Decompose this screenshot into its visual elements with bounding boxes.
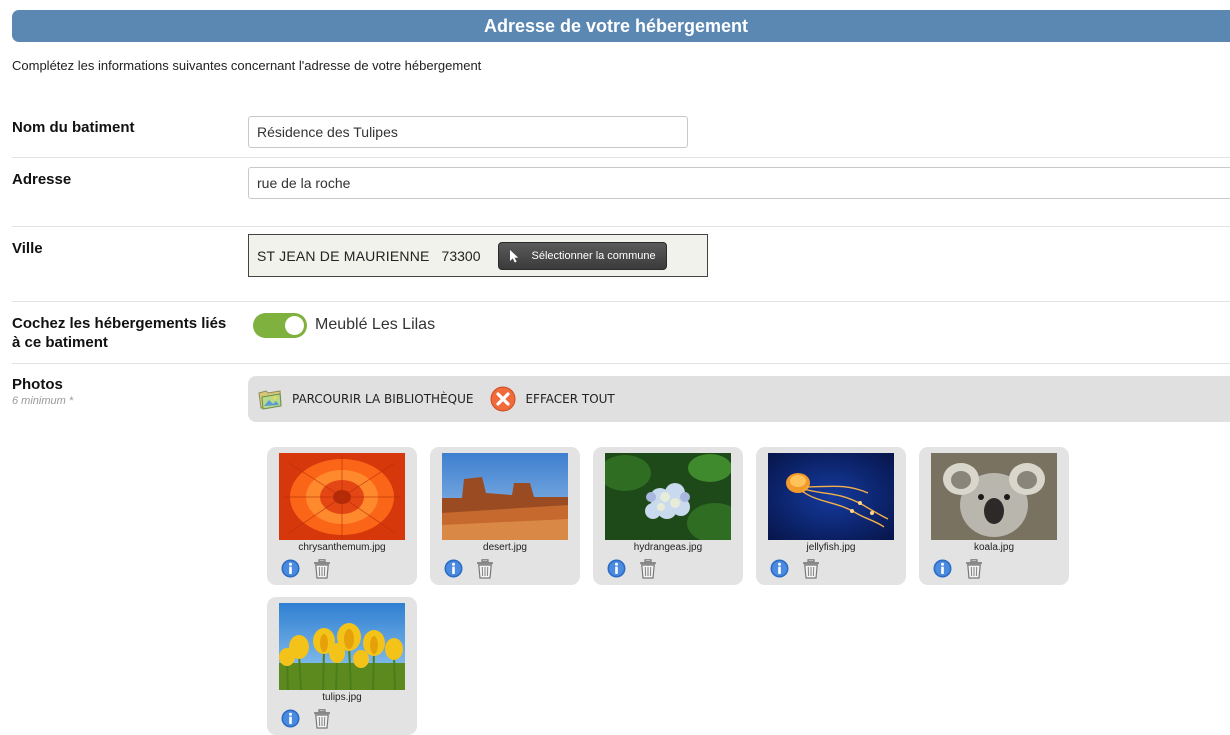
row-divider	[12, 157, 1230, 158]
photo-card[interactable]: koala.jpg	[919, 447, 1069, 585]
photo-card[interactable]: jellyfish.jpg	[756, 447, 906, 585]
clear-icon	[489, 385, 517, 413]
photo-card[interactable]: hydrangeas.jpg	[593, 447, 743, 585]
city-name: ST JEAN DE MAURIENNE	[257, 247, 430, 264]
address-label: Adresse	[12, 171, 72, 188]
photo-thumbnail	[279, 603, 405, 690]
row-divider	[12, 226, 1230, 227]
trash-icon[interactable]	[802, 559, 820, 579]
postal-code: 73300	[441, 247, 481, 264]
section-title: Adresse de votre hébergement	[483, 15, 749, 36]
photo-thumbnail	[931, 453, 1057, 540]
photo-filename: hydrangeas.jpg	[633, 542, 703, 553]
cursor-icon	[507, 249, 521, 263]
info-icon[interactable]	[770, 559, 789, 578]
info-icon[interactable]	[607, 559, 626, 578]
toggle-knob	[285, 316, 304, 335]
trash-icon[interactable]	[639, 559, 657, 579]
photo-filename: jellyfish.jpg	[806, 542, 856, 553]
lodging-toggle[interactable]	[253, 313, 307, 338]
row-divider	[12, 301, 1230, 302]
photo-card[interactable]: tulips.jpg	[267, 597, 417, 735]
clear-all-label: EFFACER TOUT	[525, 392, 615, 406]
photo-filename: koala.jpg	[973, 542, 1015, 553]
select-commune-button[interactable]: Sélectionner la commune	[498, 241, 667, 270]
building-name-input[interactable]	[248, 116, 688, 148]
photos-label: Photos	[12, 376, 63, 393]
photo-toolbar: PARCOURIR LA BIBLIOTHÈQUE EFFACER TOUT	[248, 376, 1230, 422]
photo-card[interactable]: desert.jpg	[430, 447, 580, 585]
intro-text: Complétez les informations suivantes con…	[12, 58, 482, 73]
info-icon[interactable]	[933, 559, 952, 578]
photo-filename: tulips.jpg	[322, 692, 362, 703]
linked-lodgings-label: Cochez les hébergements liés à ce batime…	[12, 315, 227, 351]
building-name-label: Nom du batiment	[12, 119, 135, 136]
trash-icon[interactable]	[313, 559, 331, 579]
photo-thumbnail	[442, 453, 568, 540]
row-divider	[12, 363, 1230, 364]
address-input[interactable]	[248, 167, 1230, 199]
photo-filename: desert.jpg	[483, 542, 527, 553]
photo-filename: chrysanthemum.jpg	[298, 542, 386, 553]
info-icon[interactable]	[281, 559, 300, 578]
trash-icon[interactable]	[313, 709, 331, 729]
folder-image-icon	[256, 385, 284, 413]
photo-thumbnail	[768, 453, 894, 540]
photo-card[interactable]: chrysanthemum.jpg	[267, 447, 417, 585]
photos-hint: 6 minimum *	[12, 395, 74, 407]
section-header: Adresse de votre hébergement	[12, 10, 1230, 42]
select-commune-label: Sélectionner la commune	[531, 249, 656, 262]
lodging-toggle-label: Meublé Les Lilas	[315, 316, 436, 333]
info-icon[interactable]	[444, 559, 463, 578]
browse-library-label: PARCOURIR LA BIBLIOTHÈQUE	[292, 392, 474, 406]
city-label: Ville	[12, 240, 43, 257]
info-icon[interactable]	[281, 709, 300, 728]
photo-thumbnail	[605, 453, 731, 540]
city-field: ST JEAN DE MAURIENNE 73300 Sélectionner …	[248, 234, 708, 277]
photo-thumbnail	[279, 453, 405, 540]
browse-library-button[interactable]: PARCOURIR LA BIBLIOTHÈQUE	[256, 385, 473, 413]
trash-icon[interactable]	[965, 559, 983, 579]
clear-all-button[interactable]: EFFACER TOUT	[489, 385, 615, 413]
trash-icon[interactable]	[476, 559, 494, 579]
